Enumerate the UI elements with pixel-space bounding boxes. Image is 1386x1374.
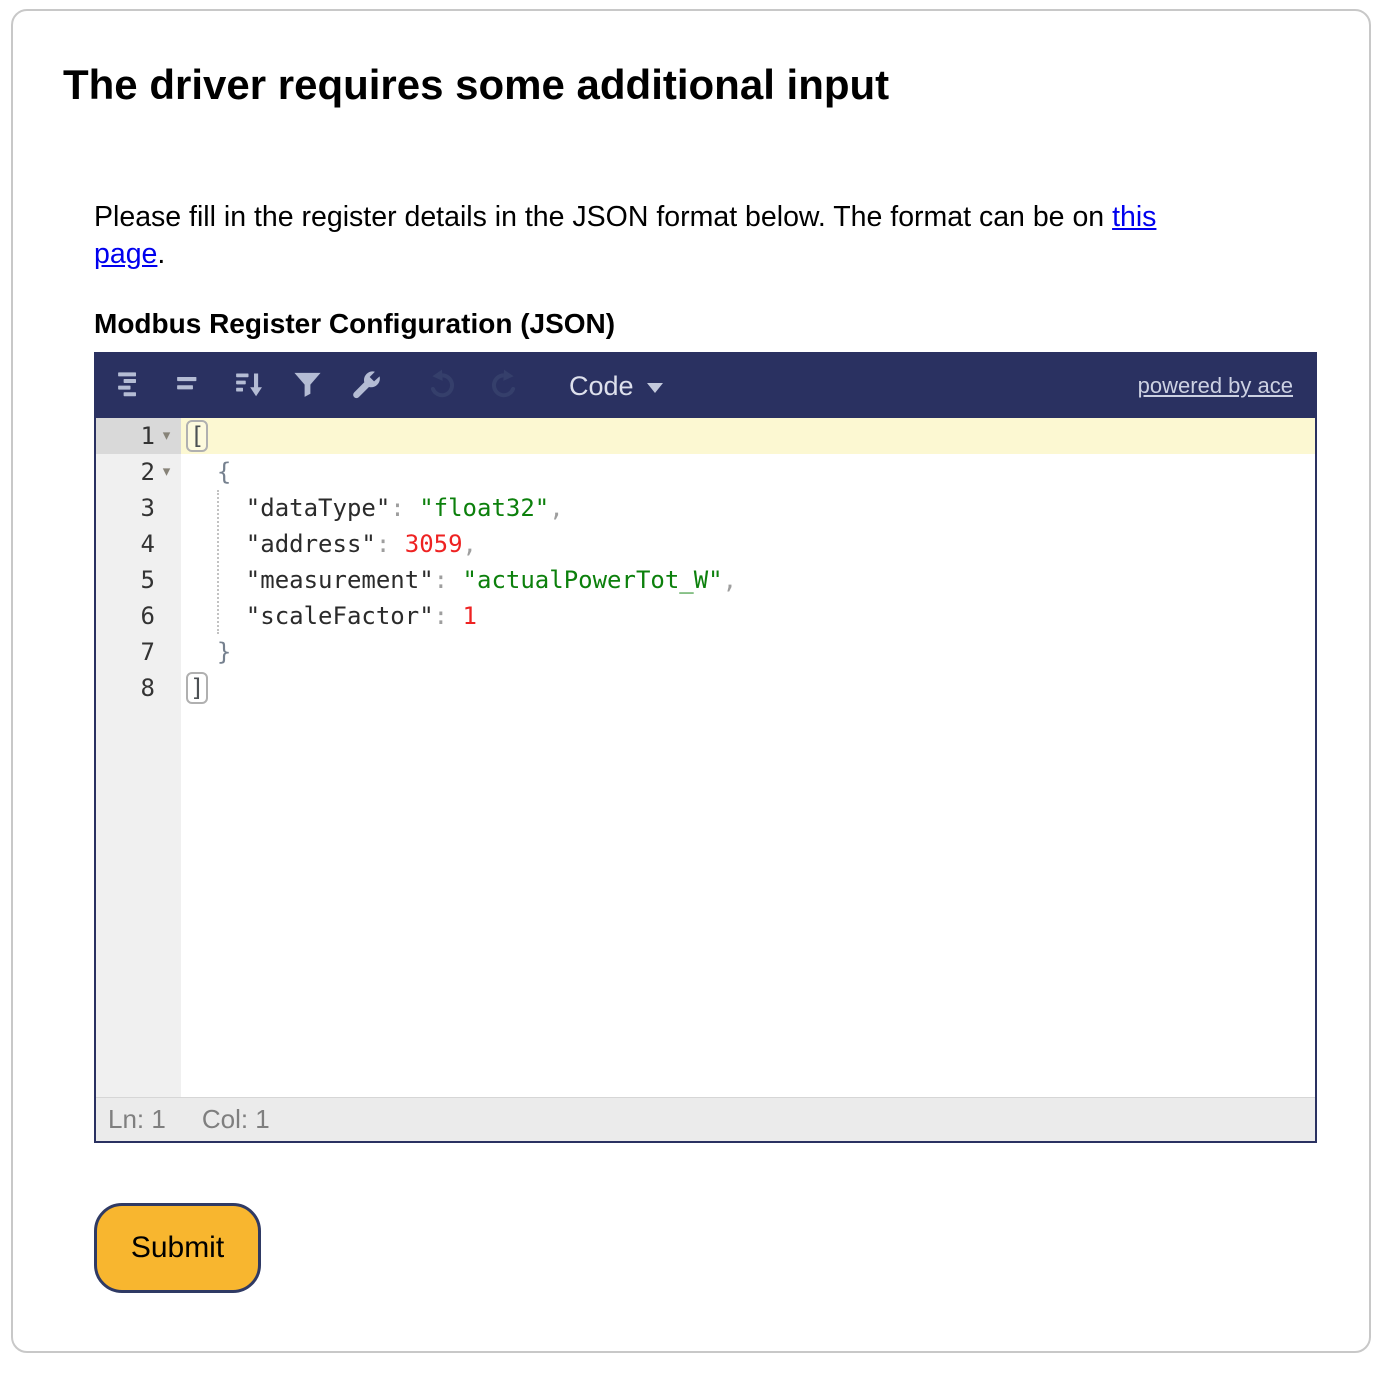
code-token: "measurement" (246, 566, 434, 594)
powered-by-ace-link[interactable]: powered by ace (1138, 373, 1293, 399)
editor-content[interactable]: [ { "dataType": "float32", "address": 30… (181, 418, 1315, 1097)
fold-arrow-icon[interactable]: ▾ (155, 418, 178, 454)
code-token (188, 530, 246, 558)
code-line-3[interactable]: "dataType": "float32", (181, 490, 1315, 526)
compact-icon (173, 368, 206, 404)
page-title: The driver requires some additional inpu… (63, 61, 889, 109)
editor-statusbar: Ln: 1 Col: 1 (96, 1097, 1315, 1141)
code-token: : (434, 566, 463, 594)
code-token: "dataType" (246, 494, 391, 522)
json-field-label: Modbus Register Configuration (JSON) (94, 308, 615, 340)
sort-button[interactable] (230, 368, 266, 404)
json-editor: Code powered by ace 1▾2▾345678 [ { "data… (94, 352, 1317, 1143)
transform-button[interactable] (289, 368, 325, 404)
redo-button[interactable] (484, 368, 520, 404)
undo-button[interactable] (425, 368, 461, 404)
code-token: : (376, 530, 405, 558)
code-token (188, 602, 246, 630)
mode-label[interactable]: Code (569, 371, 634, 402)
sort-icon (232, 368, 265, 404)
code-token: 1 (463, 602, 477, 630)
line-number: 1 (141, 418, 155, 454)
line-number: 2 (141, 454, 155, 490)
code-token: "actualPowerTot_W" (463, 566, 723, 594)
code-token: { (217, 458, 231, 486)
code-line-7[interactable]: } (181, 634, 1315, 670)
code-line-4[interactable]: "address": 3059, (181, 526, 1315, 562)
mode-dropdown[interactable]: Code (569, 371, 663, 402)
line-number: 5 (141, 562, 155, 598)
line-number: 6 (141, 598, 155, 634)
redo-icon (486, 368, 519, 404)
intro-text: Please fill in the register details in t… (94, 199, 1317, 273)
code-token: "float32" (419, 494, 549, 522)
undo-icon (427, 368, 460, 404)
code-token (188, 638, 217, 666)
editor-toolbar: Code powered by ace (96, 354, 1315, 418)
gutter-line-1: 1▾ (96, 418, 181, 454)
code-token (188, 494, 246, 522)
status-col: Col: 1 (202, 1104, 270, 1135)
code-line-1[interactable]: [ (181, 418, 1315, 454)
intro-after-link: . (157, 238, 165, 270)
submit-button[interactable]: Submit (94, 1203, 261, 1293)
line-number: 4 (141, 526, 155, 562)
code-token: , (723, 566, 737, 594)
code-token (188, 458, 217, 486)
gutter-line-2: 2▾ (96, 454, 181, 490)
code-line-5[interactable]: "measurement": "actualPowerTot_W", (181, 562, 1315, 598)
format-docs-link-line2[interactable]: page (94, 238, 157, 270)
code-token: , (463, 530, 477, 558)
code-token: } (217, 638, 231, 666)
repair-wrench-icon (350, 368, 383, 404)
code-line-2[interactable]: { (181, 454, 1315, 490)
code-token: : (390, 494, 419, 522)
line-number: 7 (141, 634, 155, 670)
editor-gutter: 1▾2▾345678 (96, 418, 181, 1097)
format-icon (114, 368, 147, 404)
fold-arrow-icon[interactable]: ▾ (155, 454, 178, 490)
line-number: 8 (141, 670, 155, 706)
gutter-line-5: 5 (96, 562, 181, 598)
code-token: : (434, 602, 463, 630)
matched-bracket: ] (186, 672, 208, 704)
gutter-line-4: 4 (96, 526, 181, 562)
chevron-down-icon (647, 383, 663, 393)
intro-before-link: Please fill in the register details in t… (94, 201, 1112, 233)
transform-filter-icon (291, 368, 324, 404)
code-token: , (549, 494, 563, 522)
gutter-line-3: 3 (96, 490, 181, 526)
code-token: "scaleFactor" (246, 602, 434, 630)
code-line-8[interactable]: ] (181, 670, 1315, 706)
screen: The driver requires some additional inpu… (0, 0, 1386, 1374)
line-number: 3 (141, 490, 155, 526)
format-docs-link-line1[interactable]: this (1112, 201, 1156, 233)
gutter-line-8: 8 (96, 670, 181, 706)
repair-button[interactable] (348, 368, 384, 404)
format-button[interactable] (112, 368, 148, 404)
code-token: "address" (246, 530, 376, 558)
status-line: Ln: 1 (108, 1104, 166, 1135)
code-token (188, 566, 246, 594)
gutter-line-6: 6 (96, 598, 181, 634)
code-line-6[interactable]: "scaleFactor": 1 (181, 598, 1315, 634)
compact-button[interactable] (171, 368, 207, 404)
code-token: 3059 (405, 530, 463, 558)
matched-bracket: [ (186, 420, 208, 452)
form-card: The driver requires some additional inpu… (11, 9, 1371, 1353)
gutter-line-7: 7 (96, 634, 181, 670)
editor-code-area[interactable]: 1▾2▾345678 [ { "dataType": "float32", "a… (96, 418, 1315, 1097)
